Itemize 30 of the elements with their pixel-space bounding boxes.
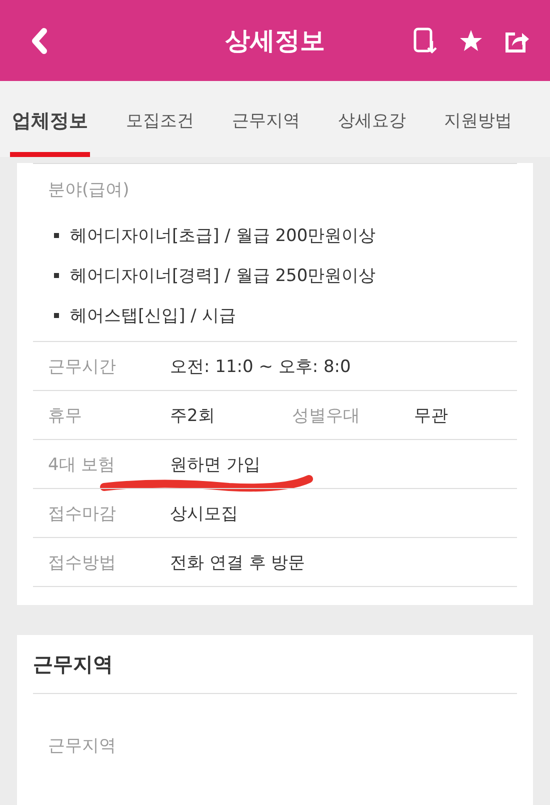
field-value: 상시모집 [170, 502, 239, 524]
card-title: 근무지역 [33, 650, 113, 678]
salary-item: 헤어스탭[신입] / 시급 [70, 305, 236, 327]
field-value: 무관 [414, 404, 449, 426]
field-label: 휴무 [48, 404, 83, 426]
field-value: 주2회 [170, 404, 216, 426]
tab[interactable]: 지원방법 [442, 81, 514, 157]
bullet-icon [54, 233, 59, 238]
tablet-download-icon [413, 26, 437, 54]
field-label: 성별우대 [292, 404, 361, 426]
salary-item: 헤어디자이너[경력] / 월급 250만원이상 [70, 265, 376, 287]
field-value: 원하면 가입 [170, 454, 262, 476]
field-label: 접수마감 [48, 502, 117, 524]
field-label: 근무지역 [48, 736, 116, 756]
field-label: 4대 보험 [48, 454, 116, 476]
tab[interactable]: 모집조건 [124, 81, 196, 157]
bullet-icon [54, 313, 59, 318]
back-icon [30, 26, 48, 54]
page-title: 상세정보 [225, 26, 325, 55]
field-label: 접수방법 [48, 552, 117, 574]
field-value: 오전: 11:0 ~ 오후: 8:0 [170, 356, 351, 378]
field-label: 근무시간 [48, 356, 117, 378]
star-icon [459, 28, 483, 52]
tab[interactable]: 업체정보 [10, 81, 90, 157]
section-label: 분야(급여) [48, 179, 130, 201]
salary-item: 헤어디자이너[초급] / 월급 200만원이상 [70, 225, 376, 247]
bullet-icon [54, 273, 59, 278]
field-value: 전화 연결 후 방문 [170, 552, 306, 574]
tab[interactable]: 상세요강 [336, 81, 408, 157]
tab[interactable]: 근무지역 [230, 81, 302, 157]
